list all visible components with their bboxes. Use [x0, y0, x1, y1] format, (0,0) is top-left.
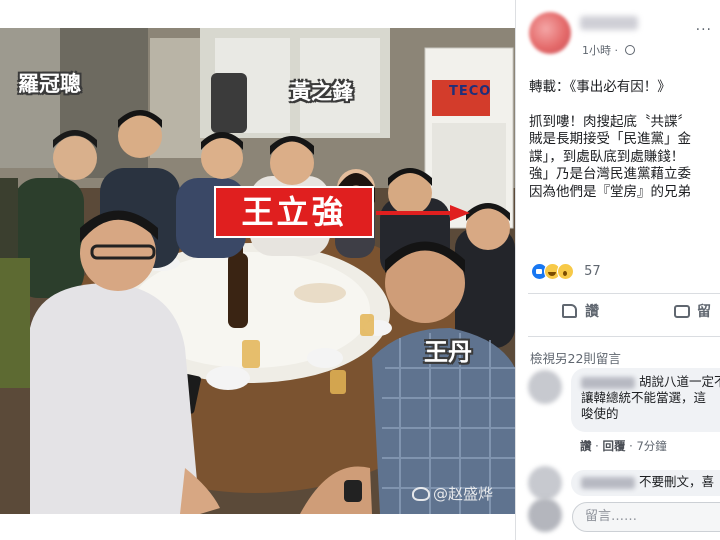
comment-time[interactable]: 7分鐘 [636, 439, 666, 453]
post-line: 諜」，到處臥底到處賺錢！ [529, 148, 685, 165]
caption-huang-zhifeng: 黃之鋒 [290, 80, 353, 104]
divider [528, 336, 720, 337]
watermark-text: @赵盛烨 [433, 485, 494, 503]
comment-bubble: 不要刪文，喜 [571, 470, 720, 496]
commenter-avatar[interactable] [528, 466, 562, 500]
comment-line: 胡說八道一定不 [581, 374, 720, 390]
post-line: 強」乃是台灣民進黨藉立委 [529, 166, 691, 182]
reaction-count: 57 [584, 264, 601, 279]
ac-brand-label: TECO [449, 84, 492, 99]
comment-bubble: 胡說八道一定不 讓韓總統不能當選，這 唆使的 [571, 368, 720, 432]
post-side-panel: 1小時 · ··· 轉載：《事出必有因！》 抓到嘍！肉搜起底〝共諜〞 賊是長期接… [515, 0, 720, 540]
current-user-avatar [528, 498, 562, 532]
screen: 羅冠聰 黃之鋒 王立強 王丹 TECO @赵盛烨 1小時 · ··· 轉載：《事… [0, 0, 720, 540]
comment-text: 不要刪文，喜 [639, 474, 715, 489]
comment-like-link[interactable]: 讚 [580, 439, 592, 453]
post-headline: 轉載：《事出必有因！》 [529, 79, 671, 95]
comment-input[interactable]: 留言…… [572, 502, 720, 532]
weibo-icon [412, 487, 430, 501]
commenter-name-blurred[interactable] [581, 476, 635, 489]
post-line: 抓到嘍！肉搜起底〝共諜〞 [529, 113, 691, 130]
post-line: 因為他們是『堂房』的兄弟 [529, 183, 691, 200]
view-more-comments-link[interactable]: 檢視另22則留言 [530, 348, 621, 367]
caption-luo-guancong: 羅冠聰 [18, 72, 81, 96]
dinner-scene-image [0, 28, 515, 514]
post-meta: 1小時 · [582, 42, 635, 58]
caption-wang-dan: 王丹 [424, 338, 472, 366]
wow-reaction-icon [557, 263, 574, 280]
comment-reply-link[interactable]: 回覆 [602, 439, 625, 453]
author-avatar[interactable] [529, 12, 571, 54]
comment-text: 胡說八道一定不 [639, 374, 720, 389]
like-button-label: 讚 [585, 304, 599, 320]
reaction-summary[interactable]: 57 [531, 261, 601, 281]
like-button[interactable]: 讚 [562, 301, 599, 327]
more-options-icon[interactable]: ··· [696, 22, 712, 38]
post-time[interactable]: 1小時 [582, 44, 611, 57]
globe-icon [624, 45, 635, 55]
commenter-avatar[interactable] [528, 370, 562, 404]
weibo-watermark: @赵盛烨 [412, 483, 493, 504]
post-text: 轉載：《事出必有因！》 抓到嘍！肉搜起底〝共諜〞 賊是長期接受「民進黨」金 諜」… [529, 79, 720, 201]
comment-line: 唆使的 [581, 406, 619, 421]
comment-line: 不要刪文，喜 [581, 474, 720, 490]
comment-bubble-icon [674, 305, 690, 318]
post-line: 賊是長期接受「民進黨」金 [529, 131, 691, 147]
thumbs-up-icon [562, 304, 577, 318]
comment-button-label: 留 [697, 304, 711, 320]
divider [528, 293, 720, 294]
author-name-blurred[interactable] [580, 16, 638, 30]
comment-line: 讓韓總統不能當選，這 [581, 390, 707, 405]
commenter-name-blurred[interactable] [581, 376, 635, 389]
comment-button[interactable]: 留 [674, 301, 711, 327]
post-photo[interactable]: 羅冠聰 黃之鋒 王立強 王丹 TECO @赵盛烨 [0, 28, 515, 514]
arrow-right-icon [376, 205, 470, 221]
comment-actions: 讚 · 回覆 · 7分鐘 [580, 439, 667, 453]
highlight-name-label: 王立強 [214, 186, 374, 238]
